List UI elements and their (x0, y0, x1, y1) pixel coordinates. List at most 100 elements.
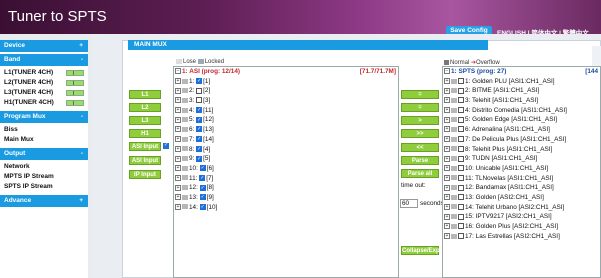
program-checkbox[interactable] (196, 155, 203, 162)
sidebar-item-spts-ip-stream[interactable]: SPTS IP Stream (0, 182, 88, 192)
collapse-expand-button[interactable]: Collapse/Exp (401, 246, 440, 255)
tree-row[interactable]: +6: [13] (174, 125, 398, 135)
input-program-tree[interactable]: −1: ASI (prog: 12/14) [71.7/71.7M] +1: [… (173, 66, 399, 278)
tree-row[interactable]: +17: Las Estrellas [ASI2:CH1_ASI] (443, 232, 600, 242)
sidebar-section-output[interactable]: Output - (0, 148, 88, 160)
sidebar-section-program-mux[interactable]: Program Mux - (0, 111, 88, 123)
expand-icon[interactable]: + (444, 145, 450, 152)
tree-row[interactable]: +11: [7] (174, 174, 398, 184)
program-checkbox[interactable] (196, 136, 203, 143)
program-checkbox[interactable] (458, 87, 464, 94)
program-checkbox[interactable] (458, 136, 464, 143)
timeout-input[interactable]: 60 (400, 199, 418, 208)
expand-icon[interactable]: + (175, 155, 181, 162)
input-button-asi2[interactable]: ASI Input 2 (129, 156, 161, 172)
program-checkbox[interactable] (196, 78, 203, 84)
sidebar-item-network[interactable]: Network (0, 162, 88, 172)
expand-icon[interactable]: + (175, 136, 181, 143)
expand-icon[interactable]: + (175, 194, 181, 201)
expand-icon[interactable]: + (444, 136, 450, 143)
tree-row[interactable]: +11: TLNovelas [ASI1:CH1_ASI] (443, 174, 600, 184)
tree-row[interactable]: +5: [12] (174, 115, 398, 125)
program-checkbox[interactable] (196, 126, 203, 133)
expand-icon[interactable]: + (444, 155, 450, 162)
tree-row[interactable]: +8: Telehit Plus [ASI1:CH1_ASI] (443, 145, 600, 155)
input-button-asi1[interactable]: ASI Input 1 (129, 142, 161, 158)
expand-icon[interactable]: + (175, 174, 181, 181)
sidebar-item-main-mux[interactable]: Main Mux (0, 135, 88, 145)
sidebar-item-mpts-ip-stream[interactable]: MPTS IP Stream (0, 172, 88, 182)
expand-icon[interactable]: + (444, 165, 450, 172)
tree-row[interactable]: +4: [11] (174, 106, 398, 116)
expand-icon[interactable]: + (444, 203, 450, 210)
expand-icon[interactable]: + (175, 97, 181, 104)
program-checkbox[interactable] (458, 233, 464, 239)
program-checkbox[interactable] (458, 203, 464, 210)
tree-row[interactable]: +9: TUDN [ASI1:CH1_ASI] (443, 154, 600, 164)
tree-row[interactable]: +6: Adrenalina [ASI1:CH1_ASI] (443, 125, 600, 135)
expand-icon[interactable]: + (175, 184, 181, 191)
parse-program-button[interactable]: Parse program (401, 156, 439, 172)
tree-row[interactable]: +2: [2] (174, 86, 398, 96)
tree-row[interactable]: +1: [1] (174, 77, 398, 87)
program-checkbox[interactable] (458, 155, 464, 162)
sidebar-item-h1[interactable]: H1(TUNER 4CH) (0, 98, 88, 108)
tree-row[interactable]: +14: Telehit Urbano [ASI2:CH1_ASI] (443, 203, 600, 213)
sidebar-section-advance[interactable]: Advance + (0, 195, 88, 207)
tree-row[interactable]: +5: Golden Edge [ASI1:CH1_ASI] (443, 115, 600, 125)
program-checkbox[interactable] (458, 145, 464, 152)
input-button-l3[interactable]: L3 (129, 116, 161, 125)
expand-icon[interactable]: + (444, 126, 450, 133)
expand-icon[interactable]: + (175, 87, 181, 94)
tree-row[interactable]: +3: Telehit [ASI1:CH1_ASI] (443, 96, 600, 106)
tree-row[interactable]: +2: BITME [ASI1:CH1_ASI] (443, 86, 600, 96)
program-checkbox[interactable] (199, 165, 206, 172)
program-checkbox[interactable] (458, 116, 464, 123)
tree-row[interactable]: +7: De Pelicula Plus [ASI1:CH1_ASI] (443, 135, 600, 145)
expand-icon[interactable]: + (444, 194, 450, 201)
tree-row[interactable]: +10: [6] (174, 164, 398, 174)
tree-row[interactable]: +1: Golden PLU [ASI1:CH1_ASI] (443, 77, 600, 87)
expand-icon[interactable]: + (444, 97, 450, 104)
tree-row[interactable]: +14: [10] (174, 203, 398, 213)
program-checkbox[interactable] (458, 174, 464, 181)
expand-icon[interactable]: + (175, 107, 181, 114)
program-checkbox[interactable] (199, 203, 206, 210)
program-checkbox[interactable] (458, 165, 464, 172)
program-checkbox[interactable] (458, 78, 464, 84)
tree-row[interactable]: +4: Distrito Comedia [ASI1:CH1_ASI] (443, 106, 600, 116)
program-checkbox[interactable] (196, 107, 203, 114)
expand-icon[interactable]: + (444, 116, 450, 123)
remove-all-button[interactable]: << (401, 143, 439, 152)
expand-icon[interactable]: + (444, 213, 450, 220)
equal-button-2[interactable]: = (401, 103, 439, 112)
program-checkbox[interactable] (196, 145, 203, 152)
program-checkbox[interactable] (196, 87, 203, 94)
expand-icon[interactable]: + (175, 126, 181, 133)
equal-button[interactable]: = (401, 90, 439, 99)
expand-icon[interactable]: + (444, 174, 450, 181)
tree-row[interactable]: +10: Unicable [ASI1:CH1_ASI] (443, 164, 600, 174)
sidebar-item-l3[interactable]: L3(TUNER 4CH) (0, 88, 88, 98)
expand-icon[interactable]: + (175, 116, 181, 123)
program-checkbox[interactable] (196, 116, 203, 123)
tree-row[interactable]: +16: Golden Plus [ASI2:CH1_ASI] (443, 222, 600, 232)
tree-row[interactable]: +7: [14] (174, 135, 398, 145)
sidebar-item-biss[interactable]: Biss (0, 125, 88, 135)
input-button-ip[interactable]: IP Input (129, 170, 161, 179)
expand-icon[interactable]: + (444, 223, 450, 230)
program-checkbox[interactable] (458, 184, 464, 191)
program-checkbox[interactable] (199, 174, 206, 181)
tree-row[interactable]: +3: [3] (174, 96, 398, 106)
sidebar-item-l2[interactable]: L2(TUNER 4CH) (0, 78, 88, 88)
input-button-l2[interactable]: L2 (129, 103, 161, 112)
program-checkbox[interactable] (458, 213, 464, 220)
collapse-icon[interactable]: − (444, 68, 450, 75)
program-checkbox[interactable] (458, 194, 464, 201)
program-checkbox[interactable] (199, 184, 206, 191)
tree-root[interactable]: −1: ASI (prog: 12/14) [71.7/71.7M] (174, 67, 398, 77)
output-program-tree[interactable]: −1: SPTS (prog: 27) [144 +1: Golden PLU … (442, 66, 601, 278)
expand-icon[interactable]: + (444, 107, 450, 114)
expand-icon[interactable]: + (175, 165, 181, 172)
collapse-icon[interactable]: − (175, 68, 181, 75)
